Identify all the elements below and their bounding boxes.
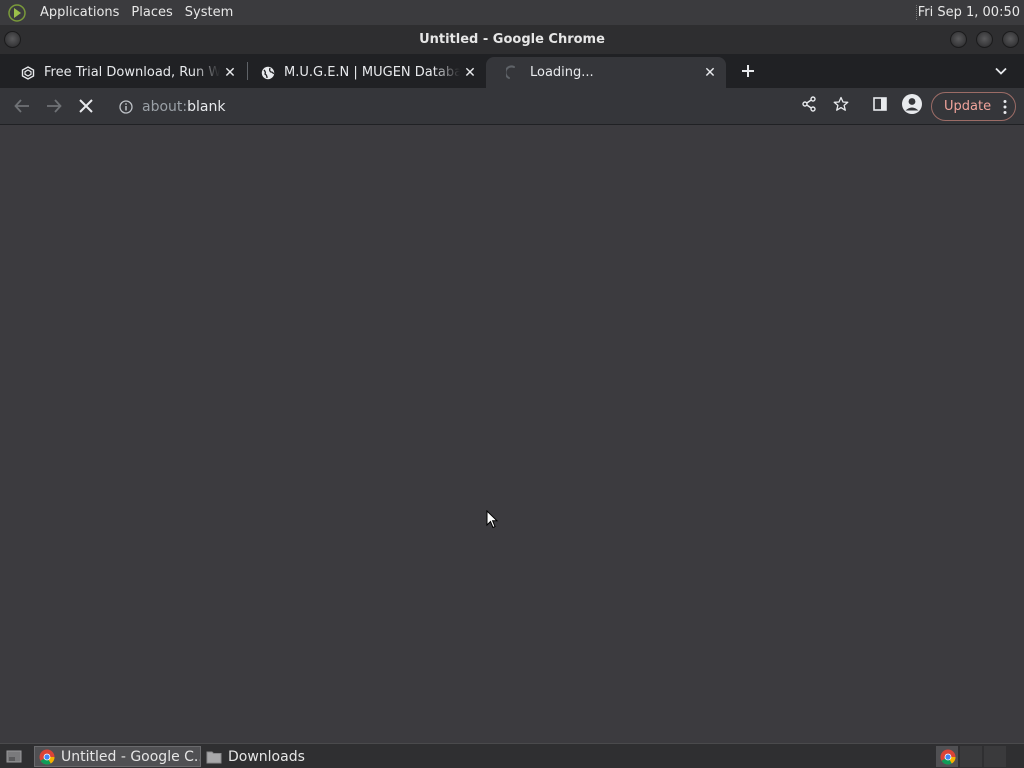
share-icon [801,96,817,116]
share-button[interactable] [797,94,821,118]
window-titlebar[interactable]: Untitled - Google Chrome [0,25,1024,54]
loading-spinner-icon [506,64,522,81]
clock[interactable]: Fri Sep 1, 00:50 [918,0,1020,25]
minimize-button[interactable] [950,31,967,48]
window-title: Untitled - Google Chrome [419,32,605,47]
applications-menu[interactable]: Applications [34,0,125,25]
chrome-icon [940,749,956,765]
mouse-cursor-icon [486,509,499,530]
show-desktop-button[interactable] [2,746,24,767]
new-tab-button[interactable] [737,60,759,82]
taskbar-item-chrome[interactable]: Untitled - Google C... [34,746,201,767]
bottom-taskbar: Untitled - Google C... Downloads [0,743,1024,768]
browser-toolbar: about: blank Update [0,88,1024,125]
url-text: blank [187,98,226,115]
tab-title: Free Trial Download, Run Windows [44,65,220,80]
maximize-button[interactable] [976,31,993,48]
tab-title: M.U.G.E.N | MUGEN Database [284,65,460,80]
chrome-icon [39,749,55,765]
tab-search-button[interactable] [990,60,1012,82]
update-button[interactable]: Update [931,92,1016,121]
address-bar[interactable]: about: blank [110,92,800,121]
stop-loading-button[interactable] [74,94,98,118]
tab-strip: Free Trial Download, Run Windows ✕ M.U.G… [0,54,1024,88]
info-icon[interactable] [118,99,134,115]
avatar-icon [901,93,923,119]
close-window-button[interactable] [1002,31,1019,48]
more-menu-icon[interactable] [1003,99,1007,119]
parallels-icon [20,65,36,81]
side-panel-button[interactable] [868,94,892,118]
close-icon[interactable]: ✕ [220,63,240,83]
workspace-3[interactable] [984,746,1006,767]
close-icon[interactable]: ✕ [700,63,720,83]
url-scheme: about: [142,98,188,115]
places-menu[interactable]: Places [125,0,178,25]
show-desktop-icon [6,749,22,765]
top-panel: Applications Places System Fri Sep 1, 00… [0,0,1024,25]
tab-title: Loading... [530,65,594,80]
distro-logo-icon[interactable] [6,2,28,24]
close-icon[interactable]: ✕ [460,63,480,83]
back-button[interactable] [10,94,34,118]
tab-loading[interactable]: Loading... ✕ [486,57,726,88]
globe-icon [260,65,276,81]
system-menu[interactable]: System [179,0,239,25]
profile-button[interactable] [900,94,924,118]
window-menu-button[interactable] [4,31,21,48]
forward-button[interactable] [42,94,66,118]
tab-mugen-database[interactable]: M.U.G.E.N | MUGEN Database ✕ [240,57,486,88]
update-label: Update [944,99,992,114]
workspace-2[interactable] [960,746,982,767]
bookmark-button[interactable] [829,94,853,118]
side-panel-icon [872,96,888,116]
page-content[interactable] [0,126,1024,743]
workspace-switcher[interactable] [936,746,958,767]
taskbar-item-label: Downloads [228,748,305,765]
tab-free-trial[interactable]: Free Trial Download, Run Windows ✕ [0,57,246,88]
star-icon [833,96,849,116]
taskbar-item-label: Untitled - Google C... [61,748,200,765]
taskbar-item-downloads[interactable]: Downloads [202,746,322,767]
tab-divider [247,62,248,80]
folder-icon [206,749,222,765]
